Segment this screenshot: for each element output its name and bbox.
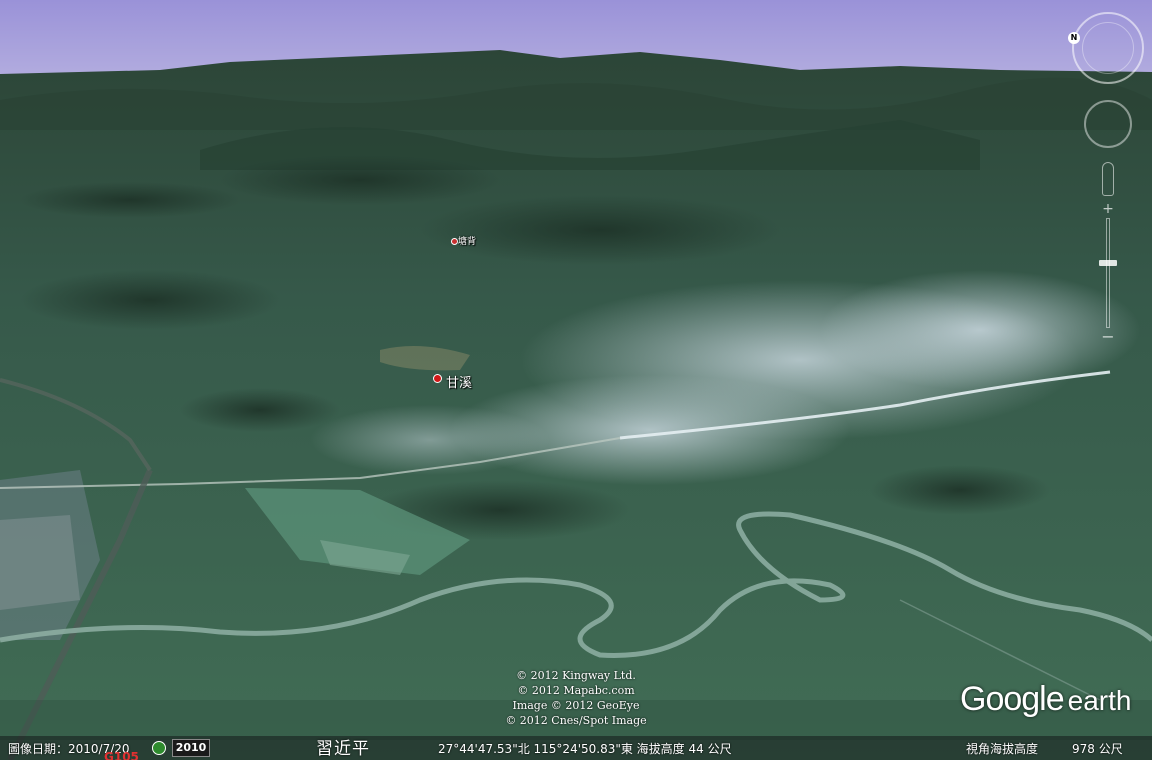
status-bar: 圖像日期：2010/7/20 2010 27°44'47.53"北 115°24… xyxy=(0,736,1152,760)
zoom-in-icon[interactable]: + xyxy=(1101,202,1115,216)
imagery-copyright: © 2012 Kingway Ltd. © 2012 Mapabc.com Im… xyxy=(492,668,660,728)
logo-earth: earth xyxy=(1067,685,1132,716)
place-label-village[interactable]: 塘背 xyxy=(458,234,476,247)
north-up-button[interactable]: N xyxy=(1068,32,1080,44)
move-joystick[interactable] xyxy=(1084,100,1132,148)
forest-patch xyxy=(870,465,1050,515)
forest-patch xyxy=(20,182,240,218)
cloud-haze xyxy=(310,405,550,475)
map-viewport[interactable]: 塘背 甘溪 © 2012 Kingway Ltd. © 2012 Mapabc.… xyxy=(0,0,1152,760)
copyright-line: © 2012 Kingway Ltd. xyxy=(516,669,636,682)
zoom-out-icon[interactable]: − xyxy=(1101,329,1115,345)
place-marker[interactable] xyxy=(433,374,442,383)
forest-patch xyxy=(20,270,280,330)
copyright-line: © 2012 Mapabc.com xyxy=(517,684,635,697)
copyright-line: Image © 2012 GeoEye xyxy=(512,699,640,712)
forest-patch xyxy=(420,195,780,265)
historical-imagery-clock-icon[interactable] xyxy=(152,741,166,755)
urban-area xyxy=(0,515,80,610)
google-earth-logo: Google earth xyxy=(960,680,1131,719)
navigation-controls: N + − xyxy=(1068,6,1152,356)
eye-altitude-label: 視角海拔高度 xyxy=(966,742,1039,756)
road-label[interactable]: G105 xyxy=(104,750,139,760)
forest-patch xyxy=(220,155,500,205)
terrain-imagery[interactable] xyxy=(0,0,1152,760)
look-joystick-inner[interactable] xyxy=(1082,22,1134,74)
zoom-slider[interactable] xyxy=(1106,218,1110,328)
imagery-year-badge[interactable]: 2010 xyxy=(172,739,210,757)
place-marker[interactable] xyxy=(451,238,458,245)
overlay-label[interactable]: 習近平 xyxy=(316,734,370,759)
place-label-town[interactable]: 甘溪 xyxy=(446,372,472,391)
copyright-line: © 2012 Cnes/Spot Image xyxy=(505,714,647,727)
logo-google: Google xyxy=(960,680,1065,718)
pointer-coordinates: 27°44'47.53"北 115°24'50.83"東 海拔高度 44 公尺 xyxy=(438,742,732,756)
zoom-slider-thumb[interactable] xyxy=(1099,259,1117,266)
street-view-pegman-icon[interactable] xyxy=(1102,162,1114,196)
eye-altitude-value: 978 公尺 xyxy=(1072,742,1123,756)
forest-patch xyxy=(180,388,340,432)
